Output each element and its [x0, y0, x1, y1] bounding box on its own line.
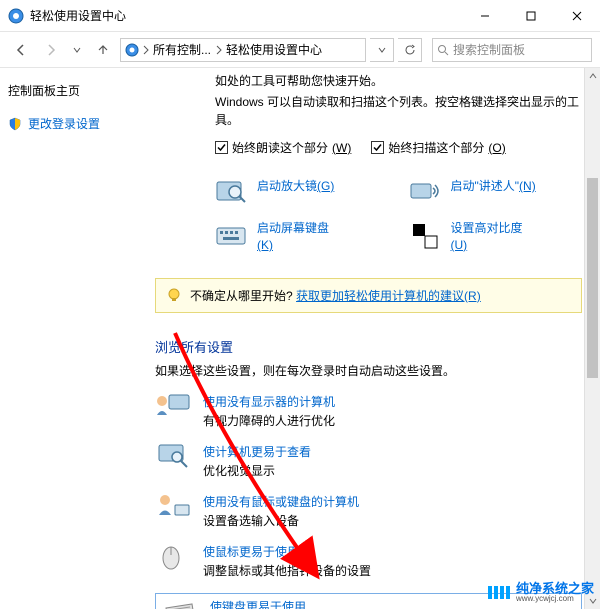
section-desc: 如果选择这些设置，则在每次登录时自动启动这些设置。	[155, 362, 582, 379]
setting-easier-mouse[interactable]: 使鼠标更易于使用调整鼠标或其他指针设备的设置	[155, 543, 582, 579]
close-button[interactable]	[554, 1, 600, 31]
checkbox-always-read[interactable]: 始终朗读这个部分(W)	[215, 139, 351, 156]
vertical-scrollbar[interactable]	[584, 68, 600, 609]
setting-easier-see[interactable]: 使计算机更易于查看优化视觉显示	[155, 443, 582, 479]
keyboard-setting-icon	[162, 598, 198, 609]
tool-narrator[interactable]: 启动"讲述人"(N)	[409, 178, 583, 210]
watermark: 纯净系统之家 www.ycwjcj.com	[488, 582, 594, 603]
keyboard-icon	[215, 220, 247, 252]
intro-text-line: 如处的工具可帮助您快速开始。	[215, 72, 582, 89]
window-title: 轻松使用设置中心	[30, 7, 462, 24]
address-bar[interactable]: 所有控制... 轻松使用设置中心	[120, 38, 366, 62]
tool-contrast[interactable]: 设置高对比度(U)	[409, 220, 583, 254]
mouse-icon	[155, 543, 191, 571]
tip-link[interactable]: 获取更加轻松使用计算机的建议(R)	[296, 289, 481, 303]
lightbulb-icon	[166, 287, 182, 303]
minimize-button[interactable]	[462, 1, 508, 31]
setting-no-mouse-keyboard[interactable]: 使用没有鼠标或键盘的计算机设置备选输入设备	[155, 493, 582, 529]
window-titlebar: 轻松使用设置中心	[0, 0, 600, 32]
sidebar-login-link[interactable]: 更改登录设置	[8, 115, 127, 132]
sidebar: 控制面板主页 更改登录设置	[0, 68, 135, 609]
history-dropdown[interactable]	[68, 37, 86, 63]
back-button[interactable]	[8, 37, 34, 63]
chevron-right-icon	[143, 45, 149, 55]
recommendations-tip: 不确定从哪里开始? 获取更加轻松使用计算机的建议(R)	[155, 278, 582, 313]
tool-magnifier[interactable]: 启动放大镜(G)	[215, 178, 389, 210]
refresh-button[interactable]	[398, 38, 422, 62]
addr-icon	[125, 43, 139, 57]
magnifier-icon	[215, 178, 247, 210]
checkbox-always-scan[interactable]: 始终扫描这个部分(O)	[371, 139, 505, 156]
search-icon	[437, 44, 449, 56]
scroll-up-arrow[interactable]	[585, 68, 600, 84]
breadcrumb-item[interactable]: 轻松使用设置中心	[226, 41, 322, 58]
intro-text: Windows 可以自动读取和扫描这个列表。按空格键选择突出显示的工具。	[215, 93, 582, 129]
scroll-thumb[interactable]	[587, 178, 598, 378]
monitor-magnify-icon	[155, 443, 191, 471]
address-bar-row: 所有控制... 轻松使用设置中心 搜索控制面板	[0, 32, 600, 68]
tool-osk[interactable]: 启动屏幕键盘(K)	[215, 220, 389, 254]
search-placeholder: 搜索控制面板	[453, 41, 525, 58]
shield-icon	[8, 117, 22, 131]
addr-dropdown[interactable]	[370, 38, 394, 62]
person-device-icon	[155, 493, 191, 521]
sidebar-home-link[interactable]: 控制面板主页	[8, 82, 127, 99]
monitor-person-icon	[155, 393, 191, 421]
section-heading: 浏览所有设置	[155, 337, 582, 356]
maximize-button[interactable]	[508, 1, 554, 31]
breadcrumb-item[interactable]: 所有控制...	[153, 41, 222, 58]
app-icon	[8, 8, 24, 24]
search-input[interactable]: 搜索控制面板	[432, 38, 592, 62]
narrator-icon	[409, 178, 441, 210]
up-button[interactable]	[90, 37, 116, 63]
content-pane: 如处的工具可帮助您快速开始。 Windows 可以自动读取和扫描这个列表。按空格…	[135, 72, 600, 609]
forward-button[interactable]	[38, 37, 64, 63]
contrast-icon	[409, 220, 441, 252]
setting-no-display[interactable]: 使用没有显示器的计算机有视力障碍的人进行优化	[155, 393, 582, 429]
